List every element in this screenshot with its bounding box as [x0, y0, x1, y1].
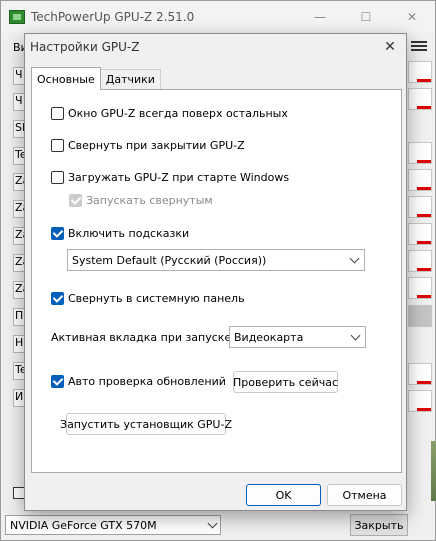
option-enable-tooltips[interactable]: Включить подсказки — [51, 227, 189, 240]
dialog-title: Настройки GPU-Z — [30, 40, 140, 54]
main-close-button[interactable]: Закрыть — [350, 514, 408, 536]
checkbox-enable-tooltips[interactable] — [51, 227, 64, 240]
desktop-background-strip — [431, 441, 436, 501]
minimize-button[interactable]: — — [297, 1, 343, 33]
sensor-bar — [408, 363, 432, 385]
option-start-minimized: Запускать свернутым — [69, 194, 213, 207]
sensor-bar — [408, 61, 432, 83]
tab-sensors[interactable]: Датчики — [99, 69, 161, 89]
sensor-bar — [408, 169, 432, 191]
main-window-title: TechPowerUp GPU-Z 2.51.0 — [31, 10, 195, 24]
sensor-bar — [408, 196, 432, 218]
gpu-select[interactable]: NVIDIA GeForce GTX 570M — [5, 515, 221, 535]
option-always-on-top[interactable]: Окно GPU-Z всегда поверх остальных — [51, 107, 288, 120]
cancel-button[interactable]: Отмена — [327, 484, 402, 506]
sensor-gray-block — [408, 305, 432, 327]
checkbox-start-with-windows[interactable] — [51, 171, 64, 184]
sensor-bar — [408, 250, 432, 272]
dialog-tabs: Основные Датчики — [31, 67, 161, 90]
checkbox-minimize-on-close[interactable] — [51, 139, 64, 152]
label-auto-update-check: Авто проверка обновлений — [68, 375, 226, 388]
ok-button[interactable]: OK — [246, 484, 321, 506]
label-minimize-on-close: Свернуть при закрытии GPU-Z — [68, 139, 245, 152]
general-tab-panel: Окно GPU-Z всегда поверх остальных Сверн… — [31, 89, 402, 473]
main-titlebar: TechPowerUp GPU-Z 2.51.0 — ☐ ✕ — [1, 1, 435, 33]
sensor-bar — [408, 390, 432, 412]
window-close-button[interactable]: ✕ — [389, 1, 435, 33]
chevron-down-icon — [350, 330, 361, 340]
menu-icon[interactable] — [411, 41, 427, 51]
label-enable-tooltips: Включить подсказки — [68, 227, 190, 240]
option-minimize-to-tray[interactable]: Свернуть в системную панель — [51, 292, 245, 305]
label-start-minimized: Запускать свернутым — [86, 194, 213, 207]
label-always-on-top: Окно GPU-Z всегда поверх остальных — [68, 107, 288, 120]
chevron-down-icon — [207, 518, 218, 528]
sensor-bar — [408, 142, 432, 164]
sensor-bar — [408, 277, 432, 299]
label-start-with-windows: Загружать GPU-Z при старте Windows — [68, 171, 290, 184]
checkbox-auto-update-check[interactable] — [51, 375, 64, 388]
sensor-bar — [408, 223, 432, 245]
dialog-titlebar: Настройки GPU-Z ✕ — [25, 34, 406, 60]
startup-tab-label: Активная вкладка при запуске: — [51, 331, 235, 344]
language-select-value: System Default (Русский (Россия)) — [72, 253, 267, 267]
option-minimize-on-close[interactable]: Свернуть при закрытии GPU-Z — [51, 139, 245, 152]
tab-general[interactable]: Основные — [31, 67, 101, 90]
language-select[interactable]: System Default (Русский (Россия)) — [67, 249, 365, 271]
label-minimize-to-tray: Свернуть в системную панель — [68, 292, 245, 305]
checkbox-start-minimized — [69, 194, 82, 207]
option-start-with-windows[interactable]: Загружать GPU-Z при старте Windows — [51, 171, 289, 184]
startup-tab-value: Видеокарта — [234, 330, 304, 344]
close-icon[interactable]: ✕ — [382, 39, 398, 55]
check-now-button[interactable]: Проверить сейчас — [233, 371, 338, 393]
option-auto-update-check[interactable]: Авто проверка обновлений — [51, 375, 226, 388]
chevron-down-icon — [349, 253, 360, 263]
startup-tab-select[interactable]: Видеокарта — [229, 326, 366, 348]
checkbox-minimize-to-tray[interactable] — [51, 292, 64, 305]
settings-dialog: Настройки GPU-Z ✕ Основные Датчики Окно … — [24, 33, 407, 511]
gpu-select-value: NVIDIA GeForce GTX 570M — [10, 518, 157, 532]
checkbox-always-on-top[interactable] — [51, 107, 64, 120]
gpuz-app-icon — [9, 10, 25, 24]
maximize-button[interactable]: ☐ — [343, 1, 389, 33]
run-installer-button[interactable]: Запустить установщик GPU-Z — [60, 413, 232, 435]
sensor-bar — [408, 88, 432, 110]
